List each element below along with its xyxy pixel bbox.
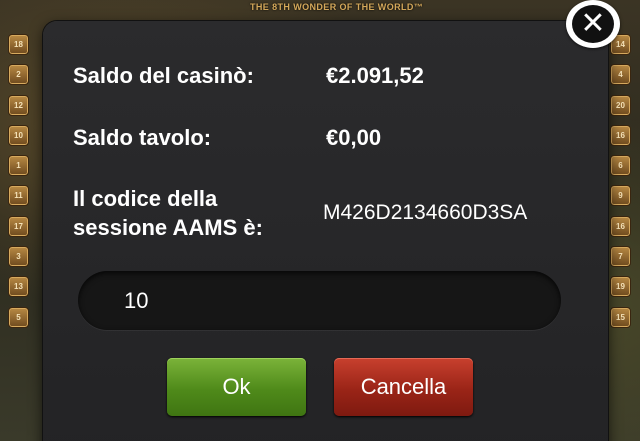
ok-button[interactable]: Ok	[167, 358, 306, 416]
close-icon: ✕	[572, 5, 614, 43]
payline-badge: 17	[8, 215, 29, 237]
right-payline-column: 14 4 20 16 6 9 16 7 19 15	[610, 34, 632, 337]
game-title: THE 8TH WONDER OF THE WORLD™	[250, 2, 424, 12]
payline-badge: 19	[610, 276, 631, 298]
cancel-button[interactable]: Cancella	[334, 358, 473, 416]
payline-badge: 7	[610, 246, 631, 268]
session-code-label-line1: Il codice della	[73, 186, 218, 211]
table-balance-value: €0,00	[326, 125, 382, 150]
table-balance-label: Saldo tavolo:	[73, 125, 212, 150]
payline-badge: 4	[610, 64, 631, 86]
game-background: THE 8TH WONDER OF THE WORLD™ 18 2 12 10 …	[0, 0, 640, 441]
payline-badge: 13	[8, 276, 29, 298]
left-payline-column: 18 2 12 10 1 11 17 3 13 5	[8, 34, 30, 337]
session-code-label: Il codice della sessione AAMS è:	[73, 184, 263, 242]
payline-badge: 16	[610, 124, 631, 146]
payline-badge: 18	[8, 34, 29, 55]
payline-badge: 20	[610, 94, 631, 116]
payline-badge: 6	[610, 155, 631, 177]
payline-badge: 2	[8, 64, 29, 86]
payline-badge: 9	[610, 185, 631, 207]
payline-badge: 12	[8, 94, 29, 116]
payline-badge: 5	[8, 306, 29, 328]
session-code-value: M426D2134660D3SA	[323, 201, 528, 224]
casino-balance-label: Saldo del casinò:	[73, 63, 254, 88]
payline-badge: 11	[8, 185, 29, 207]
balance-dialog: Saldo del casinò: €2.091,52 Saldo tavolo…	[43, 21, 608, 441]
payline-badge: 1	[8, 155, 29, 177]
payline-badge: 10	[8, 124, 29, 146]
amount-input[interactable]	[78, 271, 561, 330]
casino-balance-value: €2.091,52	[326, 63, 424, 88]
payline-badge: 16	[610, 215, 631, 237]
close-button[interactable]: ✕	[566, 0, 620, 48]
session-code-label-line2: sessione AAMS è:	[73, 215, 263, 240]
payline-badge: 15	[610, 306, 631, 328]
payline-badge: 3	[8, 246, 29, 268]
